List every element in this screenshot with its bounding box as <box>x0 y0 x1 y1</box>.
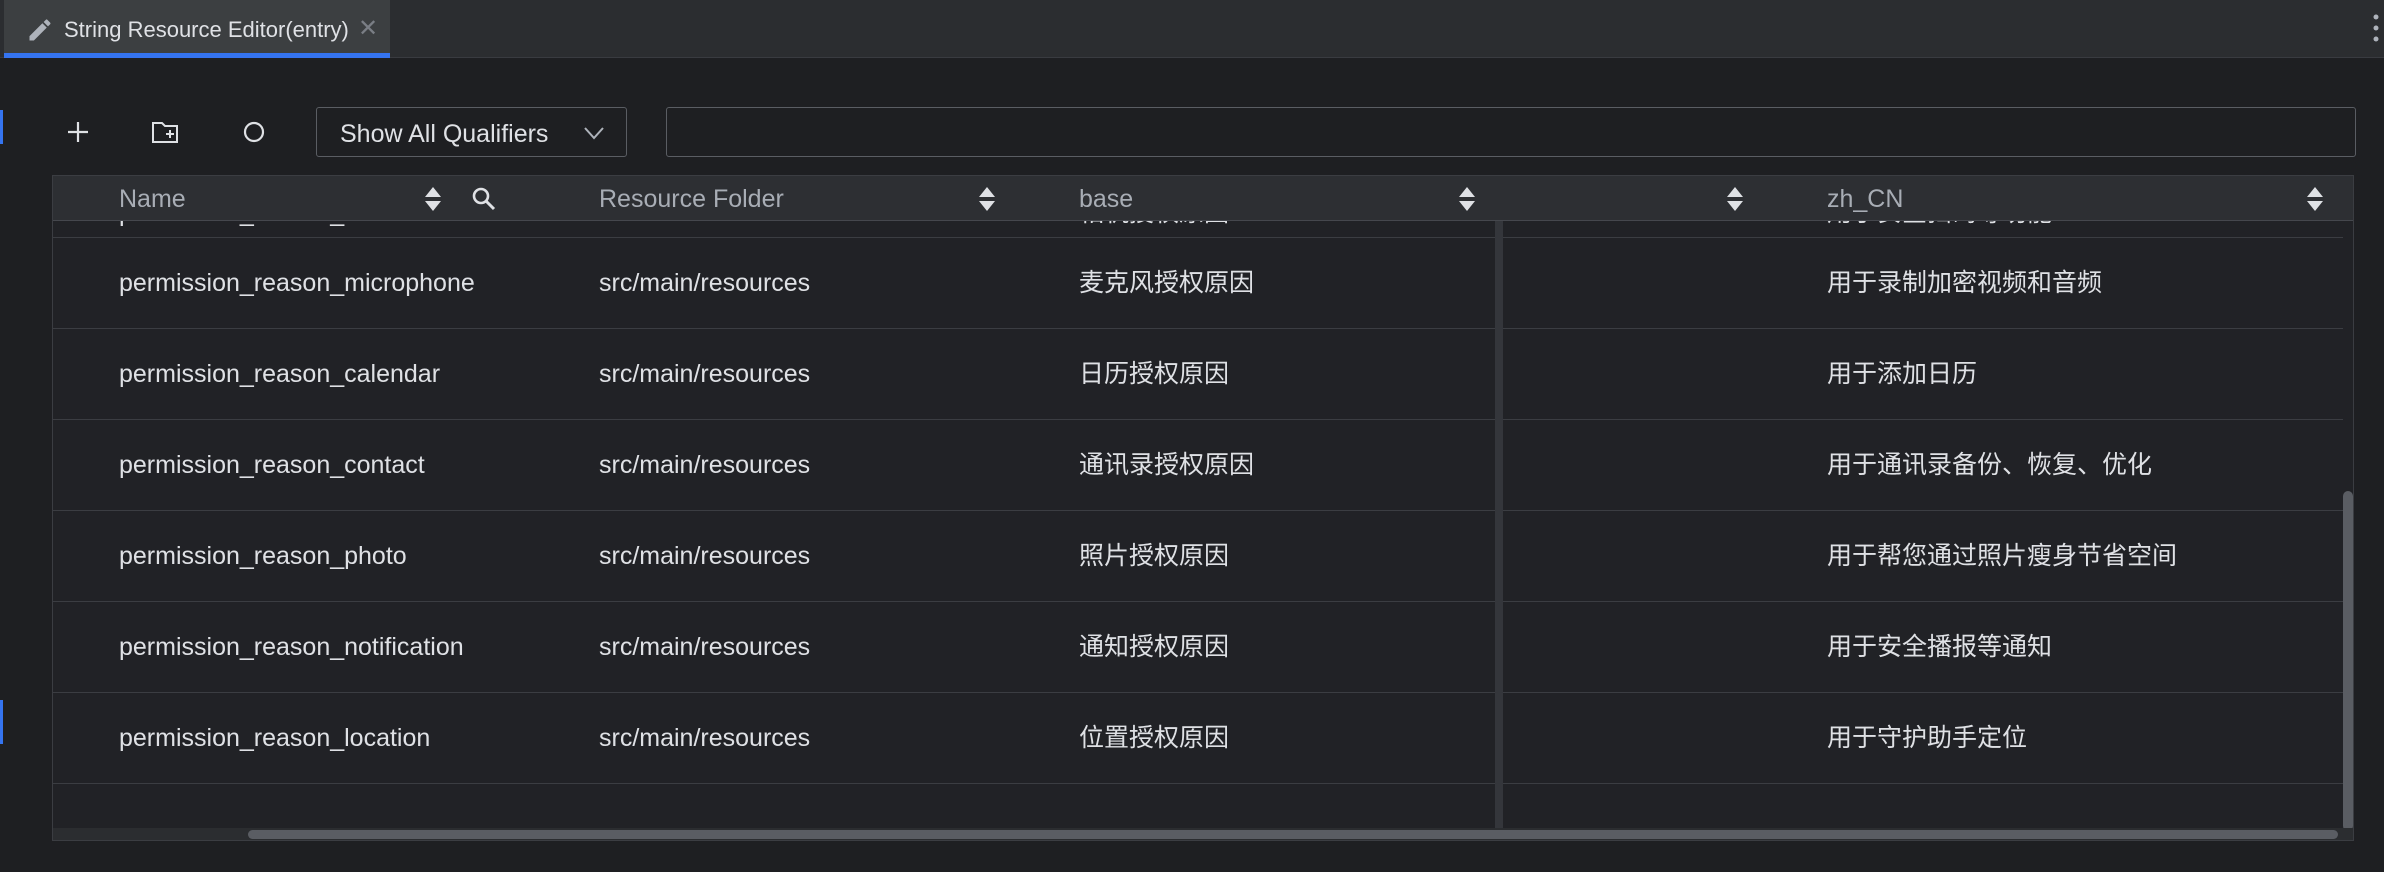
cell-base[interactable]: 照片授权原因 <box>1079 541 1229 571</box>
tab-string-resource-editor[interactable]: String Resource Editor(entry) ✕ <box>4 0 390 58</box>
sort-icon[interactable] <box>1725 184 1745 214</box>
cell-name[interactable]: permission_reason_calendar <box>119 359 440 389</box>
cell-name[interactable]: permission_reason_photo <box>119 541 407 571</box>
tab-title: String Resource Editor(entry) <box>64 17 349 42</box>
cell-folder[interactable]: src/main/resources <box>599 450 810 480</box>
table-row[interactable]: permission_reason_photo src/main/resourc… <box>53 511 2343 602</box>
folder-add-icon <box>152 122 178 143</box>
cell-zh-cn[interactable]: 用于守护助手定位 <box>1827 723 2027 753</box>
column-header-resource-folder[interactable]: Resource Folder <box>599 185 784 214</box>
pencil-icon <box>29 19 51 41</box>
more-vertical-icon[interactable] <box>2372 12 2380 44</box>
cell-base[interactable]: 通知授权原因 <box>1079 632 1229 662</box>
editor-tab-bar: String Resource Editor(entry) ✕ <box>0 0 2384 58</box>
sort-icon[interactable] <box>2305 184 2325 214</box>
cell-folder[interactable]: src/main/resources <box>599 359 810 389</box>
column-header-base[interactable]: base <box>1079 185 1133 214</box>
cell-zh-cn[interactable]: 用于通讯录备份、恢复、优化 <box>1827 450 2152 480</box>
column-header-name[interactable]: Name <box>119 185 186 214</box>
cell-base[interactable]: 通讯录授权原因 <box>1079 450 1254 480</box>
left-edge-marker <box>0 110 3 144</box>
close-icon[interactable]: ✕ <box>358 14 378 43</box>
table-row[interactable]: permission_reason_calendar src/main/reso… <box>53 329 2343 420</box>
column-divider[interactable] <box>1495 176 1503 828</box>
table-row[interactable]: permission_reason_notification src/main/… <box>53 602 2343 693</box>
cell-folder[interactable]: src/main/resources <box>599 268 810 298</box>
sort-icon[interactable] <box>423 184 443 214</box>
cell-name[interactable]: permission_reason_location <box>119 723 430 753</box>
cell-folder[interactable]: src/main/resources <box>599 541 810 571</box>
cell-base[interactable]: 日历授权原因 <box>1079 359 1229 389</box>
cell-base[interactable]: 麦克风授权原因 <box>1079 268 1254 298</box>
qualifier-dropdown[interactable]: Show All Qualifiers <box>316 107 627 157</box>
string-resource-table: Name Resource Folder base zh_CN permissi… <box>52 175 2354 841</box>
table-header: Name Resource Folder base zh_CN <box>53 176 2353 221</box>
qualifier-label: Show All Qualifiers <box>340 120 549 148</box>
cell-zh-cn[interactable]: 用于安全播报等通知 <box>1827 632 2052 662</box>
chevron-down-icon <box>584 127 604 140</box>
table-row[interactable]: permission_reason_contact src/main/resou… <box>53 420 2343 511</box>
search-icon[interactable] <box>471 186 497 212</box>
sort-icon[interactable] <box>1457 184 1477 214</box>
column-header-zh-cn[interactable]: zh_CN <box>1827 185 1903 214</box>
cell-base[interactable]: 位置授权原因 <box>1079 723 1229 753</box>
add-folder-button[interactable] <box>142 108 190 156</box>
cell-name[interactable]: permission_reason_microphone <box>119 268 475 298</box>
cell-zh-cn[interactable]: 用于录制加密视频和音频 <box>1827 268 2102 298</box>
left-edge-marker <box>0 700 3 744</box>
plus-icon <box>68 122 88 142</box>
table-row[interactable]: permission_reason_location src/main/reso… <box>53 693 2343 784</box>
sort-icon[interactable] <box>977 184 997 214</box>
cell-name[interactable]: permission_reason_notification <box>119 632 464 662</box>
cell-folder[interactable]: src/main/resources <box>599 723 810 753</box>
horizontal-scrollbar[interactable] <box>248 830 2338 839</box>
cell-zh-cn[interactable]: 用于添加日历 <box>1827 359 1977 389</box>
add-button[interactable] <box>54 108 102 156</box>
cell-folder[interactable]: src/main/resources <box>599 632 810 662</box>
cell-zh-cn[interactable]: 用于帮您通过照片瘦身节省空间 <box>1827 541 2177 571</box>
cell-name[interactable]: permission_reason_contact <box>119 450 425 480</box>
refresh-button[interactable] <box>230 108 278 156</box>
circle-icon <box>243 121 265 143</box>
table-row[interactable]: permission_reason_microphone src/main/re… <box>53 238 2343 329</box>
vertical-scrollbar[interactable] <box>2343 491 2353 831</box>
search-input[interactable] <box>666 107 2356 157</box>
